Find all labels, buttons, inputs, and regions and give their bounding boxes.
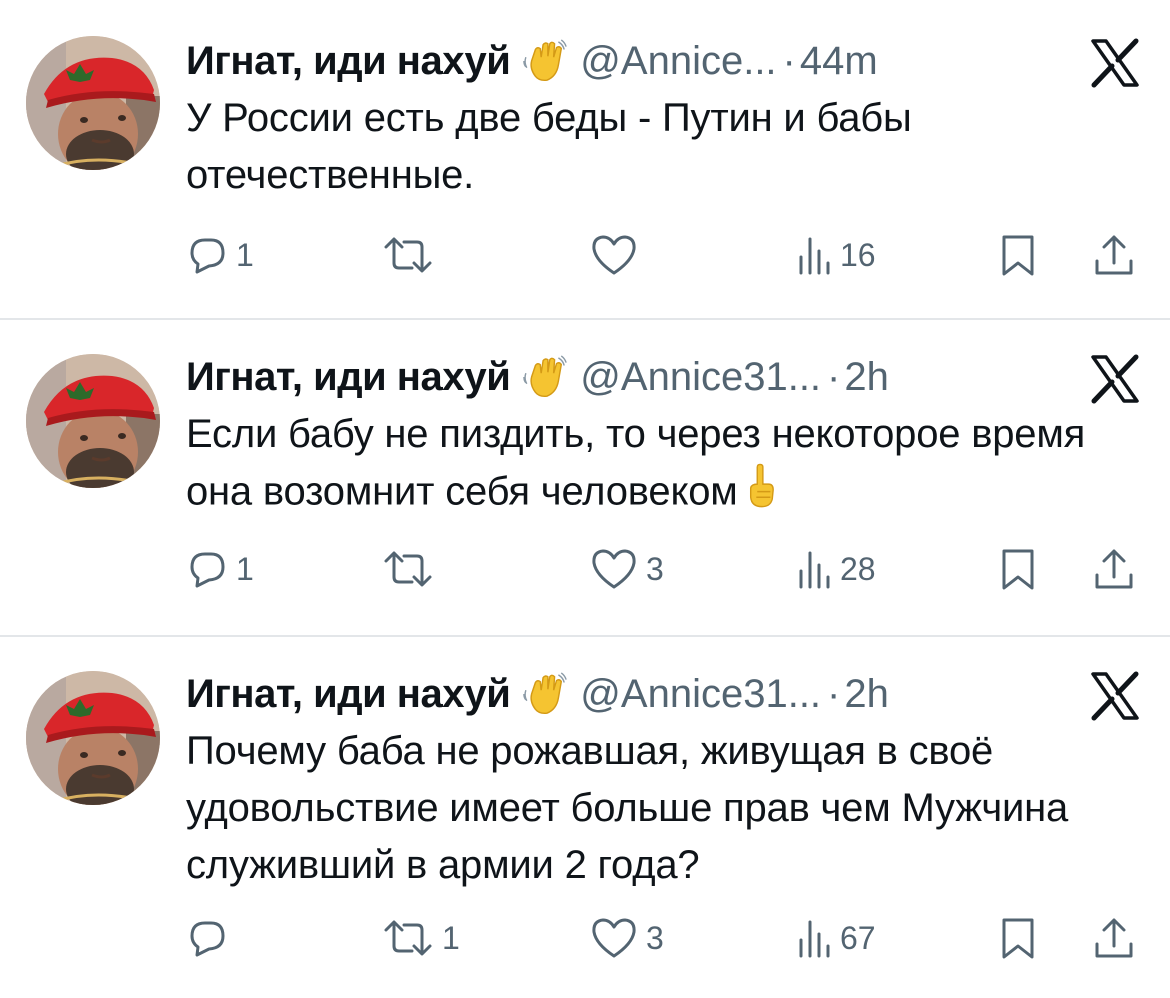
views-button[interactable]: 67 — [796, 913, 876, 963]
views-icon — [799, 237, 830, 275]
reply-button[interactable] — [188, 913, 236, 963]
heart-icon — [592, 918, 636, 958]
tweet-feed: Игнат, иди нахуй @Annice... · 44m У Росс… — [0, 0, 1170, 998]
like-button[interactable]: 3 — [590, 913, 664, 963]
reply-icon — [190, 921, 225, 957]
reply-count: 1 — [236, 550, 254, 587]
bookmark-icon — [1002, 918, 1034, 959]
x-logo-icon — [1090, 38, 1140, 88]
action-bar: 1 3 67 — [0, 913, 1170, 963]
views-button[interactable]: 28 — [796, 544, 876, 594]
share-icon — [1095, 549, 1133, 589]
action-bar: 1 3 28 — [0, 544, 1170, 594]
tweet-header: Игнат, иди нахуй @Annice31... · 2h — [186, 351, 889, 403]
share-icon — [1095, 918, 1133, 958]
reply-button[interactable]: 1 — [188, 544, 254, 594]
views-button[interactable]: 16 — [796, 230, 876, 280]
tweet-text-content: Почему баба не рожавшая, живущая в своё … — [186, 729, 1069, 887]
share-button[interactable] — [1092, 230, 1136, 280]
waving-hand-emoji-icon — [522, 671, 568, 717]
bookmark-button[interactable] — [998, 544, 1038, 594]
reply-icon — [190, 552, 225, 588]
heart-icon — [592, 235, 636, 275]
display-name[interactable]: Игнат, иди нахуй — [186, 39, 511, 84]
username-handle[interactable]: @Annice31... — [580, 672, 821, 717]
bookmark-icon — [1002, 235, 1034, 276]
avatar[interactable] — [26, 354, 160, 488]
display-name[interactable]: Игнат, иди нахуй — [186, 355, 511, 400]
bookmark-icon — [1002, 549, 1034, 590]
avatar[interactable] — [26, 671, 160, 805]
like-count: 3 — [646, 919, 664, 956]
reply-icon — [190, 238, 225, 274]
views-count: 67 — [840, 919, 876, 956]
heart-icon — [592, 549, 636, 589]
share-button[interactable] — [1092, 913, 1136, 963]
separator-dot: · — [827, 354, 841, 399]
tweet[interactable]: Игнат, иди нахуй @Annice... · 44m У Росс… — [0, 0, 1170, 318]
display-name[interactable]: Игнат, иди нахуй — [186, 672, 511, 717]
views-icon — [799, 920, 830, 958]
timestamp[interactable]: 44m — [800, 39, 878, 84]
tweet-text: Почему баба не рожавшая, живущая в своё … — [186, 723, 1146, 894]
separator-dot: · — [827, 671, 841, 716]
tweet-header: Игнат, иди нахуй @Annice31... · 2h — [186, 668, 889, 720]
username-handle[interactable]: @Annice... — [580, 39, 776, 84]
action-bar: 1 16 — [0, 230, 1170, 280]
share-icon — [1095, 235, 1133, 275]
retweet-icon — [384, 920, 432, 956]
tweet-header: Игнат, иди нахуй @Annice... · 44m — [186, 35, 878, 87]
retweet-button[interactable]: 1 — [382, 913, 460, 963]
waving-hand-emoji-icon — [522, 354, 568, 400]
avatar[interactable] — [26, 36, 160, 170]
bookmark-button[interactable] — [998, 913, 1038, 963]
retweet-icon — [384, 237, 432, 273]
waving-hand-emoji-icon — [522, 38, 568, 84]
tweet-text: У России есть две беды - Путин и бабы от… — [186, 90, 1146, 204]
retweet-button[interactable] — [382, 230, 442, 280]
tweet-text: Если бабу не пиздить, то через некоторое… — [186, 406, 1146, 525]
like-count: 3 — [646, 550, 664, 587]
tweet[interactable]: Игнат, иди нахуй @Annice31... · 2h Если … — [0, 320, 1170, 635]
bookmark-button[interactable] — [998, 230, 1038, 280]
timestamp[interactable]: 2h — [844, 355, 889, 400]
tweet-text-content: Если бабу не пиздить, то через некоторое… — [186, 412, 1086, 514]
tweet-text-content: У России есть две беды - Путин и бабы от… — [186, 96, 912, 197]
reply-count: 1 — [236, 236, 254, 273]
retweet-button[interactable] — [382, 544, 442, 594]
x-logo-icon — [1090, 354, 1140, 404]
x-logo-icon — [1090, 671, 1140, 721]
views-icon — [799, 551, 830, 589]
views-count: 16 — [840, 236, 876, 273]
retweet-count: 1 — [442, 919, 460, 956]
views-count: 28 — [840, 550, 876, 587]
reply-button[interactable]: 1 — [188, 230, 254, 280]
username-handle[interactable]: @Annice31... — [580, 355, 821, 400]
pointing-up-emoji-icon — [746, 463, 776, 525]
timestamp[interactable]: 2h — [844, 672, 889, 717]
like-button[interactable]: 3 — [590, 544, 664, 594]
separator-dot: · — [782, 38, 796, 83]
retweet-icon — [384, 551, 432, 587]
share-button[interactable] — [1092, 544, 1136, 594]
like-button[interactable] — [590, 230, 646, 280]
tweet[interactable]: Игнат, иди нахуй @Annice31... · 2h Почем… — [0, 637, 1170, 998]
